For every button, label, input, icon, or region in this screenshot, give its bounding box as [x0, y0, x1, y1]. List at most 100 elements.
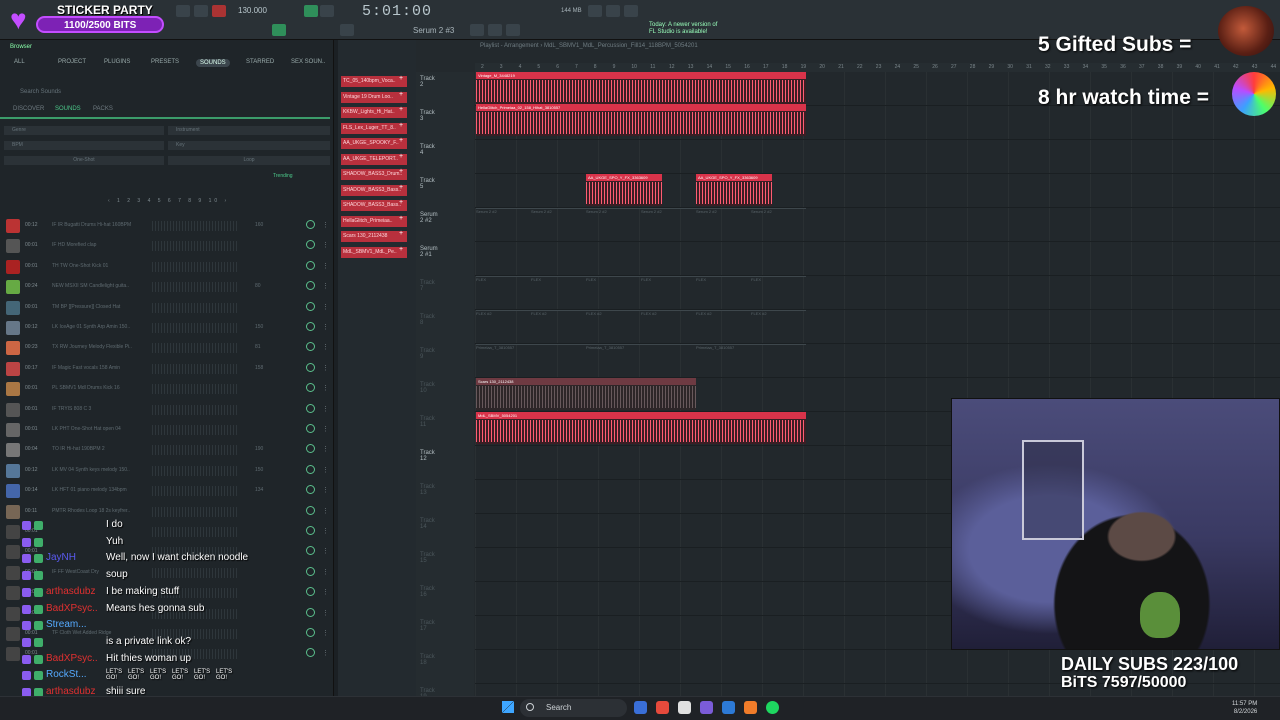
pattern-selector[interactable]: Serum 2 #3 — [413, 26, 454, 35]
chat-username[interactable]: BadXPsyc.. — [46, 653, 98, 664]
channel-item[interactable]: MdL_SBMV1_MdL_Pe.. — [341, 246, 407, 258]
more-menu-icon[interactable]: ⋮ — [322, 466, 329, 474]
muted-clip[interactable]: Primeiaa_T_3810557 — [696, 344, 806, 376]
add-sound-icon[interactable] — [306, 526, 315, 535]
sound-row[interactable]: 00:12 LK IceAge 01 Synth Arp Amin 150.. 15… — [0, 318, 334, 338]
chat-username[interactable]: BadXPsyc.. — [46, 603, 98, 614]
sound-row[interactable]: 00:01 PL SBMV1 Mdl Drums Kick 16 ⋮ — [0, 379, 334, 399]
more-menu-icon[interactable]: ⋮ — [322, 384, 329, 392]
more-menu-icon[interactable]: ⋮ — [322, 221, 329, 229]
add-sound-icon[interactable] — [306, 485, 315, 495]
browser-tab-project[interactable]: PROJECT — [58, 59, 86, 65]
muted-clip[interactable]: Serum 2 #2 — [531, 208, 586, 240]
more-menu-icon[interactable]: ⋮ — [322, 425, 329, 433]
browser-tab-presets[interactable]: PRESETS — [151, 59, 179, 65]
sound-row[interactable]: 00:01 IF HD Morefied clap ⋮ — [0, 236, 334, 256]
muted-clip[interactable]: Serum 2 #2 — [641, 208, 696, 240]
track-lane[interactable] — [475, 140, 1280, 174]
browser-tab-sex-sounds[interactable]: SEX SOUN.. — [291, 59, 325, 65]
muted-clip[interactable]: FLEX — [696, 276, 751, 308]
browser-tab-starred[interactable]: STARRED — [246, 59, 274, 65]
add-sound-icon[interactable] — [306, 464, 315, 474]
add-channel-icon[interactable]: + — [399, 106, 403, 113]
track-label[interactable]: Serum 2 #2 — [420, 212, 438, 224]
add-sound-icon[interactable] — [306, 260, 315, 270]
muted-clip[interactable]: FLEX #2 — [586, 310, 641, 342]
play-button[interactable] — [176, 5, 190, 17]
spotify-icon[interactable] — [766, 701, 779, 714]
track-label[interactable]: Track 14 — [420, 518, 435, 530]
add-sound-icon[interactable] — [306, 587, 315, 597]
muted-clip[interactable]: FLEX — [476, 276, 531, 308]
more-menu-icon[interactable]: ⋮ — [322, 405, 329, 413]
track-label[interactable]: Track 10 — [420, 382, 435, 394]
sort-dropdown[interactable]: Trending — [273, 173, 293, 179]
audio-clip[interactable]: AA_UKGE_SPO_Y_FX_3363609 — [586, 174, 662, 206]
song-mode-button[interactable] — [320, 5, 334, 17]
tempo-display[interactable]: 130.000 — [238, 6, 267, 15]
add-sound-icon[interactable] — [306, 444, 315, 454]
track-label[interactable]: Track 3 — [420, 110, 435, 122]
channel-item[interactable]: Vintage 19 Drum Loo.. — [341, 91, 407, 103]
sound-row[interactable]: 00:11 PMTR Rhodes Loop 18 2s keyfrer.. ⋮ — [0, 502, 334, 522]
genre-filter[interactable]: Genre — [4, 126, 164, 135]
loop-record-button[interactable] — [606, 5, 620, 17]
discord-icon[interactable] — [700, 701, 713, 714]
sub-tab-sounds[interactable]: SOUNDS — [55, 106, 81, 112]
piano-roll-button[interactable] — [506, 24, 520, 36]
add-sound-icon[interactable] — [306, 505, 315, 515]
loop-toggle[interactable]: Loop — [168, 156, 330, 165]
sound-row[interactable]: 00:14 LK HFT 01 piano melody 134bpm 134 ⋮ — [0, 481, 334, 501]
add-channel-icon[interactable]: + — [399, 215, 403, 222]
add-sound-icon[interactable] — [306, 301, 315, 311]
muted-clip[interactable]: Serum 2 #2 — [586, 208, 641, 240]
one-shot-toggle[interactable]: One-Shot — [4, 156, 164, 165]
add-sound-icon[interactable] — [306, 362, 315, 372]
add-channel-icon[interactable]: + — [399, 153, 403, 160]
muted-clip[interactable]: FLEX #2 — [751, 310, 806, 342]
muted-clip[interactable]: Primeiaa_T_3810557 — [476, 344, 586, 376]
update-hint[interactable]: Today: A newer version of FL Studio is a… — [649, 22, 719, 36]
muted-clip[interactable]: FLEX #2 — [531, 310, 586, 342]
channel-item[interactable]: HellaGlitch_Primeiaa.. — [341, 215, 407, 227]
add-sound-icon[interactable] — [306, 383, 315, 393]
add-channel-icon[interactable]: + — [399, 168, 403, 175]
file-explorer-icon[interactable] — [634, 701, 647, 714]
track-label[interactable]: Track 5 — [420, 178, 435, 190]
add-channel-icon[interactable]: + — [399, 246, 403, 253]
chat-username[interactable]: Stream... — [46, 619, 87, 630]
more-menu-icon[interactable]: ⋮ — [322, 282, 329, 290]
audio-clip[interactable]: Scars 130_2112438 — [476, 378, 696, 410]
add-sound-icon[interactable] — [306, 322, 315, 331]
snap-button[interactable] — [340, 24, 354, 36]
sound-row[interactable]: 00:01 LK PHT One-Shot Hat open 04 ⋮ — [0, 420, 334, 440]
add-sound-icon[interactable] — [306, 403, 315, 413]
add-sound-icon[interactable] — [306, 342, 315, 352]
track-label[interactable]: Track 18 — [420, 654, 435, 666]
muted-clip[interactable]: FLEX #2 — [696, 310, 751, 342]
track-label[interactable]: Track 8 — [420, 314, 435, 326]
more-menu-icon[interactable]: ⋮ — [322, 547, 329, 555]
sound-row[interactable]: 00:12 LK MV 04 Synth keys melody 150.. 150… — [0, 461, 334, 481]
more-menu-icon[interactable]: ⋮ — [322, 343, 329, 351]
add-sound-icon[interactable] — [306, 424, 315, 433]
chrome-icon[interactable] — [656, 701, 669, 714]
add-channel-icon[interactable]: + — [399, 137, 403, 144]
more-menu-icon[interactable]: ⋮ — [322, 568, 329, 576]
track-label[interactable]: Track 4 — [420, 144, 435, 156]
key-filter[interactable]: Key — [168, 141, 330, 150]
timeline-ruler[interactable]: 2 3 4 5 6 7 8 9 10 11 12 13 14 15 16 17 18 19 20 21 22 23 24 25… — [475, 63, 1280, 72]
track-label[interactable]: Serum 2 #1 — [420, 246, 438, 258]
chat-username[interactable]: JayNH — [46, 552, 76, 563]
more-menu-icon[interactable]: ⋮ — [322, 486, 329, 494]
more-menu-icon[interactable]: ⋮ — [322, 241, 329, 249]
add-sound-icon[interactable] — [306, 240, 315, 250]
add-sound-icon[interactable] — [306, 220, 315, 229]
channel-item[interactable]: SHADOW_BASS3_Bass.. — [341, 200, 407, 211]
muted-clip[interactable]: Serum 2 #2 — [751, 208, 806, 240]
browser-tab-all[interactable]: ALL — [14, 59, 25, 65]
chat-username[interactable]: RockSt... — [46, 669, 87, 680]
record-button[interactable] — [212, 5, 226, 17]
more-menu-icon[interactable]: ⋮ — [322, 262, 329, 270]
sub-tab-discover[interactable]: DISCOVER — [13, 106, 44, 112]
